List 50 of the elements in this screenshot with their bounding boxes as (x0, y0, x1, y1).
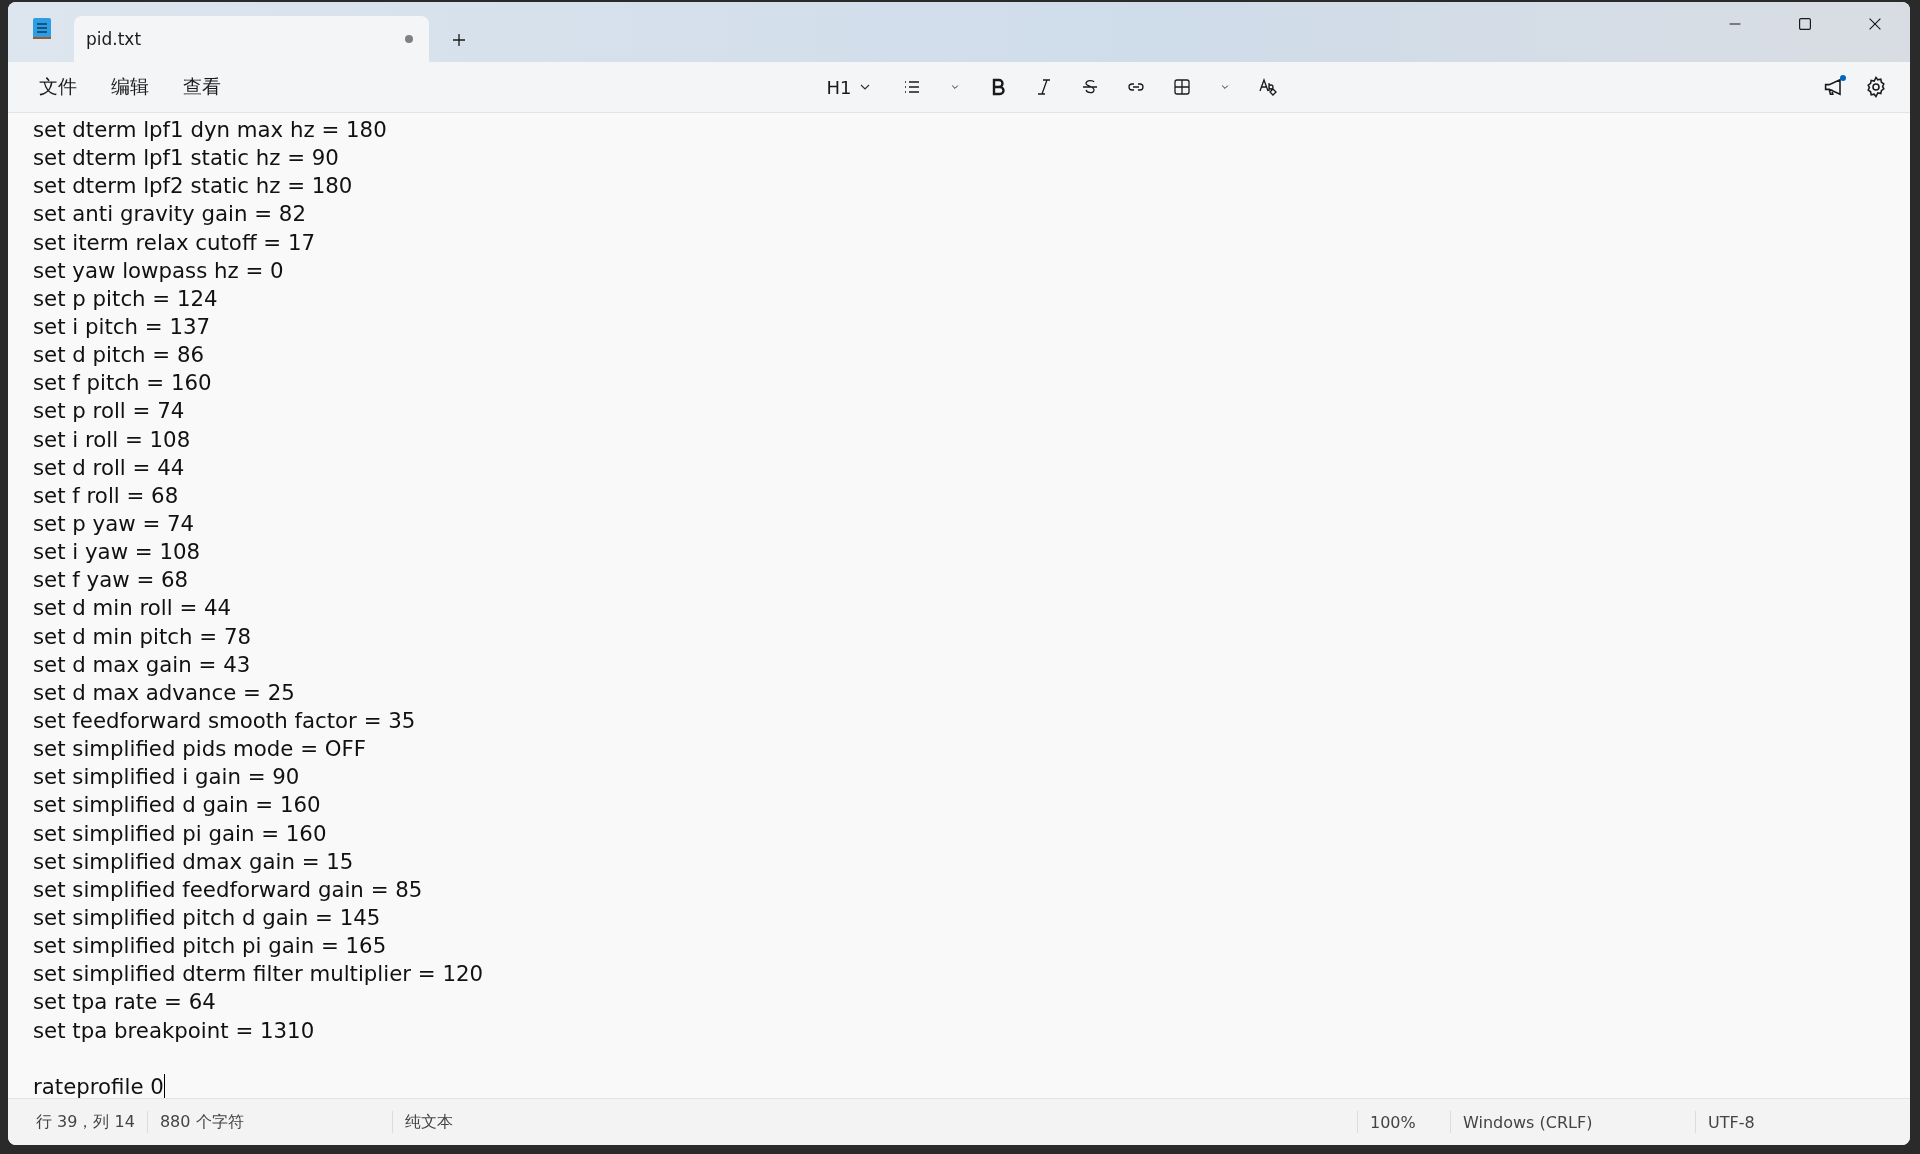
text-line: set anti gravity gain = 82 (33, 200, 306, 229)
text-line: set simplified dterm filter multiplier = 120 (33, 960, 484, 989)
text-line: set i yaw = 108 (33, 538, 201, 567)
text-line: set f roll = 68 (33, 481, 179, 510)
maximize-icon[interactable] (1796, 15, 1814, 33)
text-line: set simplified pi gain = 160 (33, 819, 327, 848)
heading-dropdown[interactable]: H1 (822, 72, 876, 102)
text-line: set simplified dmax gain = 15 (33, 847, 354, 876)
text-line: set f pitch = 160 (33, 369, 212, 398)
text-line: set simplified pids mode = OFF (33, 735, 367, 764)
text-line: set d roll = 44 (33, 453, 185, 482)
line-ending: Windows (CRLF) (1462, 1112, 1594, 1132)
text-line: set d min roll = 44 (33, 594, 232, 623)
text-line: rateprofile 0 (33, 1072, 166, 1098)
text-line: set simplified feedforward gain = 85 (33, 875, 423, 904)
encoding: UTF-8 (1707, 1112, 1756, 1132)
text-line: set dterm lpf1 dyn max hz = 180 (33, 116, 387, 144)
zoom-level: 100% (1369, 1112, 1417, 1132)
text-line: set tpa rate = 64 (33, 988, 216, 1017)
text-line: set iterm relax cutoff = 17 (33, 228, 316, 257)
text-line: set i pitch = 137 (33, 313, 211, 341)
cursor-position: 行 39，列 14 (35, 1111, 136, 1133)
file-format: 纯文本 (403, 1111, 454, 1133)
text-line: set feedforward smooth factor = 35 (33, 706, 416, 735)
character-count: 880 个字符 (158, 1111, 245, 1133)
text-line: set f yaw = 68 (33, 566, 189, 595)
menu-item[interactable]: 编辑 (94, 68, 166, 106)
text-line: set d pitch = 86 (33, 341, 205, 370)
settings-icon[interactable] (1864, 75, 1888, 99)
text-line: set tpa breakpoint = 1310 (33, 1016, 315, 1045)
text-line: set simplified pitch pi gain = 165 (33, 932, 387, 961)
text-line: set dterm lpf2 static hz = 180 (33, 172, 353, 201)
text-line: set p pitch = 124 (33, 284, 218, 313)
table-icon[interactable] (1171, 77, 1192, 97)
text-line: set simplified i gain = 90 (33, 763, 300, 792)
menu-item[interactable]: 文件 (22, 68, 94, 106)
notepad-icon (32, 16, 52, 40)
text-line: set i roll = 108 (33, 425, 191, 454)
text-line: set d min pitch = 78 (33, 622, 251, 651)
file-tab[interactable]: pid.txt (74, 16, 429, 62)
text-line: set yaw lowpass hz = 0 (33, 256, 284, 285)
text-line: set dterm lpf1 static hz = 90 (33, 144, 339, 173)
text-line: set d max gain = 43 (33, 650, 251, 679)
text-line: set p roll = 74 (33, 397, 185, 426)
clear-formatting-icon[interactable] (1257, 77, 1278, 97)
menu-item[interactable]: 查看 (166, 68, 238, 106)
text-line: set d max advance = 25 (33, 678, 295, 707)
text-line: set simplified pitch d gain = 145 (33, 903, 381, 932)
text-line: set simplified d gain = 160 (33, 791, 321, 820)
text-line: set p yaw = 74 (33, 509, 195, 538)
